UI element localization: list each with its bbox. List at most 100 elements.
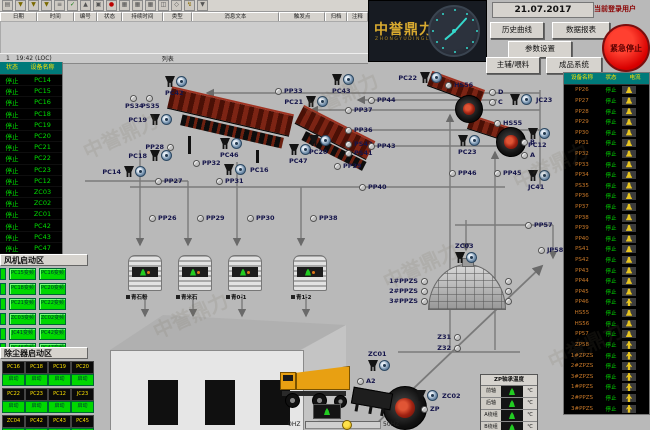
device-row-PP40[interactable]: PP40停止 <box>564 234 649 245</box>
device-PC43[interactable] <box>332 74 354 85</box>
toolbar-icon-13[interactable]: ◫ <box>158 0 169 11</box>
device-row-PP28[interactable]: PP28停止 <box>564 106 649 117</box>
data-report-button[interactable]: 数据报表 <box>552 22 610 39</box>
device-row-PP45[interactable]: PP45停止 <box>564 287 649 298</box>
device-row-PC21[interactable]: 停止PC21 <box>0 142 62 153</box>
device-row-PP31[interactable]: PP31停止 <box>564 138 649 149</box>
feed-system-button[interactable]: 主辅/喂料 <box>486 57 540 74</box>
device-row-PC12[interactable]: 停止PC12 <box>0 176 62 187</box>
toolbar-icon-4[interactable]: ▼ <box>41 0 52 11</box>
device-row-PP29[interactable]: PP29停止 <box>564 117 649 128</box>
fan-button-PC20变频[interactable]: PC20变频 <box>39 283 66 295</box>
dust-start-button-PC19[interactable]: 启动 <box>48 374 71 386</box>
device-ZC01[interactable] <box>368 360 390 371</box>
device-row-PP39[interactable]: PP39停止 <box>564 223 649 234</box>
device-row-PS41[interactable]: PS41停止 <box>564 244 649 255</box>
device-row-PP57[interactable]: PP57停止 <box>564 329 649 340</box>
toolbar-icon-11[interactable]: ▦ <box>132 0 143 11</box>
device-row-PP30[interactable]: PP30停止 <box>564 127 649 138</box>
toolbar-icon-7[interactable]: ▲ <box>80 0 91 11</box>
device-row-PP44[interactable]: PP44停止 <box>564 276 649 287</box>
device-row-PC47[interactable]: 停止PC47 <box>0 243 62 254</box>
device-row-PP37[interactable]: PP37停止 <box>564 202 649 213</box>
device-row-2#ZPZS[interactable]: 2#ZPZS停止 <box>564 361 649 372</box>
toolbar-icon-3[interactable]: ▼ <box>28 0 39 11</box>
device-PC12[interactable] <box>528 128 550 139</box>
device-row-PP38[interactable]: PP38停止 <box>564 212 649 223</box>
device-row-ZC03[interactable]: 停止ZC03 <box>0 187 62 198</box>
dust-start-button-JC23[interactable]: 启动 <box>71 401 94 413</box>
fan-button-PC22变频[interactable]: PC22变频 <box>39 298 66 310</box>
fan-button-PC16变频[interactable]: PC16变频 <box>39 268 66 280</box>
fan-button-PC15变频[interactable]: PC15变频 <box>9 268 36 280</box>
frequency-slider-thumb[interactable] <box>342 420 352 430</box>
device-PC22[interactable] <box>420 72 442 83</box>
fan-button-PC18变频[interactable]: PC18变频 <box>9 283 36 295</box>
toolbar-icon-6[interactable]: ✓ <box>67 0 78 11</box>
device-row-PS35[interactable]: PS35停止 <box>564 180 649 191</box>
dust-start-button-PC23[interactable]: 启动 <box>25 401 48 413</box>
toolbar-icon-9[interactable]: ● <box>106 0 117 11</box>
fan-button-clipped[interactable] <box>0 268 6 280</box>
device-row-2#PPZS[interactable]: 2#PPZS停止 <box>564 393 649 404</box>
device-row-PC23[interactable]: 停止PC23 <box>0 165 62 176</box>
device-row-3#PPZS[interactable]: 3#PPZS停止 <box>564 403 649 414</box>
toolbar-icon-16[interactable]: ▼ <box>197 0 208 11</box>
device-row-HS56[interactable]: HS56停止 <box>564 318 649 329</box>
silo-青石粉[interactable] <box>128 255 162 291</box>
device-row-1#PPZS[interactable]: 1#PPZS停止 <box>564 382 649 393</box>
device-row-PC19[interactable]: 停止PC19 <box>0 120 62 131</box>
fan-button-clipped[interactable] <box>0 298 6 310</box>
device-row-PP46[interactable]: PP46停止 <box>564 297 649 308</box>
device-row-ZP58[interactable]: ZP58停止 <box>564 340 649 351</box>
device-PC18[interactable] <box>150 150 172 161</box>
crusher-1[interactable] <box>455 95 483 123</box>
silo-青米石[interactable] <box>178 255 212 291</box>
fan-button-PC42变频[interactable]: PC42变频 <box>39 328 66 340</box>
device-row-PP43[interactable]: PP43停止 <box>564 265 649 276</box>
dust-start-button-PC12[interactable]: 启动 <box>48 401 71 413</box>
device-row-PP36[interactable]: PP36停止 <box>564 191 649 202</box>
device-row-PC43[interactable]: 停止PC43 <box>0 232 62 243</box>
dome-storage[interactable] <box>428 264 506 310</box>
device-ZC03[interactable] <box>455 252 477 263</box>
device-row-PC22[interactable]: 停止PC22 <box>0 153 62 164</box>
device-row-PP32[interactable]: PP32停止 <box>564 149 649 160</box>
device-ZC02[interactable] <box>416 390 438 401</box>
device-row-3#ZPZS[interactable]: 3#ZPZS停止 <box>564 371 649 382</box>
fan-button-ZC03变频[interactable]: ZC03变频 <box>9 313 36 325</box>
device-row-PS42[interactable]: PS42停止 <box>564 255 649 266</box>
device-row-PC18[interactable]: 停止PC18 <box>0 109 62 120</box>
fan-button-ZC02变频[interactable]: ZC02变频 <box>39 313 66 325</box>
toolbar-icon-1[interactable]: ▤ <box>2 0 13 11</box>
device-row-PC16[interactable]: 停止PC16 <box>0 97 62 108</box>
device-row-PP26[interactable]: PP26停止 <box>564 85 649 96</box>
device-row-ZC01[interactable]: 停止ZC01 <box>0 209 62 220</box>
device-PC42[interactable] <box>165 76 187 87</box>
history-curve-button[interactable]: 历史曲线 <box>490 22 544 39</box>
fan-button-PC21变频[interactable]: PC21变频 <box>9 298 36 310</box>
fan-button-clipped[interactable] <box>0 328 6 340</box>
device-PC21[interactable] <box>306 96 328 107</box>
device-row-PC15[interactable]: 停止PC15 <box>0 86 62 97</box>
alarm-list-area[interactable] <box>0 21 370 55</box>
toolbar-icon-5[interactable]: ≡ <box>54 0 65 11</box>
device-PC47[interactable] <box>289 144 311 155</box>
fan-button-JC41变频[interactable]: JC41变频 <box>9 328 36 340</box>
dust-start-button-PC18[interactable]: 启动 <box>25 374 48 386</box>
dust-start-button-PC20[interactable]: 启动 <box>71 374 94 386</box>
toolbar-icon-14[interactable]: ◇ <box>171 0 182 11</box>
device-row-PP34[interactable]: PP34停止 <box>564 170 649 181</box>
device-JC23[interactable] <box>510 94 532 105</box>
toolbar-icon-10[interactable]: ▦ <box>119 0 130 11</box>
device-row-PP27[interactable]: PP27停止 <box>564 96 649 107</box>
toolbar-icon-15[interactable]: ↯ <box>184 0 195 11</box>
device-PC14[interactable] <box>124 166 146 177</box>
device-row-1#ZPZS[interactable]: 1#ZPZS停止 <box>564 350 649 361</box>
device-PC20[interactable] <box>309 135 331 146</box>
crusher-2[interactable] <box>496 127 526 157</box>
dust-start-button-PC22[interactable]: 启动 <box>2 401 25 413</box>
device-row-PC14[interactable]: 停止PC14 <box>0 75 62 86</box>
feeder-conveyor[interactable] <box>351 387 393 411</box>
device-row-HS55[interactable]: HS55停止 <box>564 308 649 319</box>
